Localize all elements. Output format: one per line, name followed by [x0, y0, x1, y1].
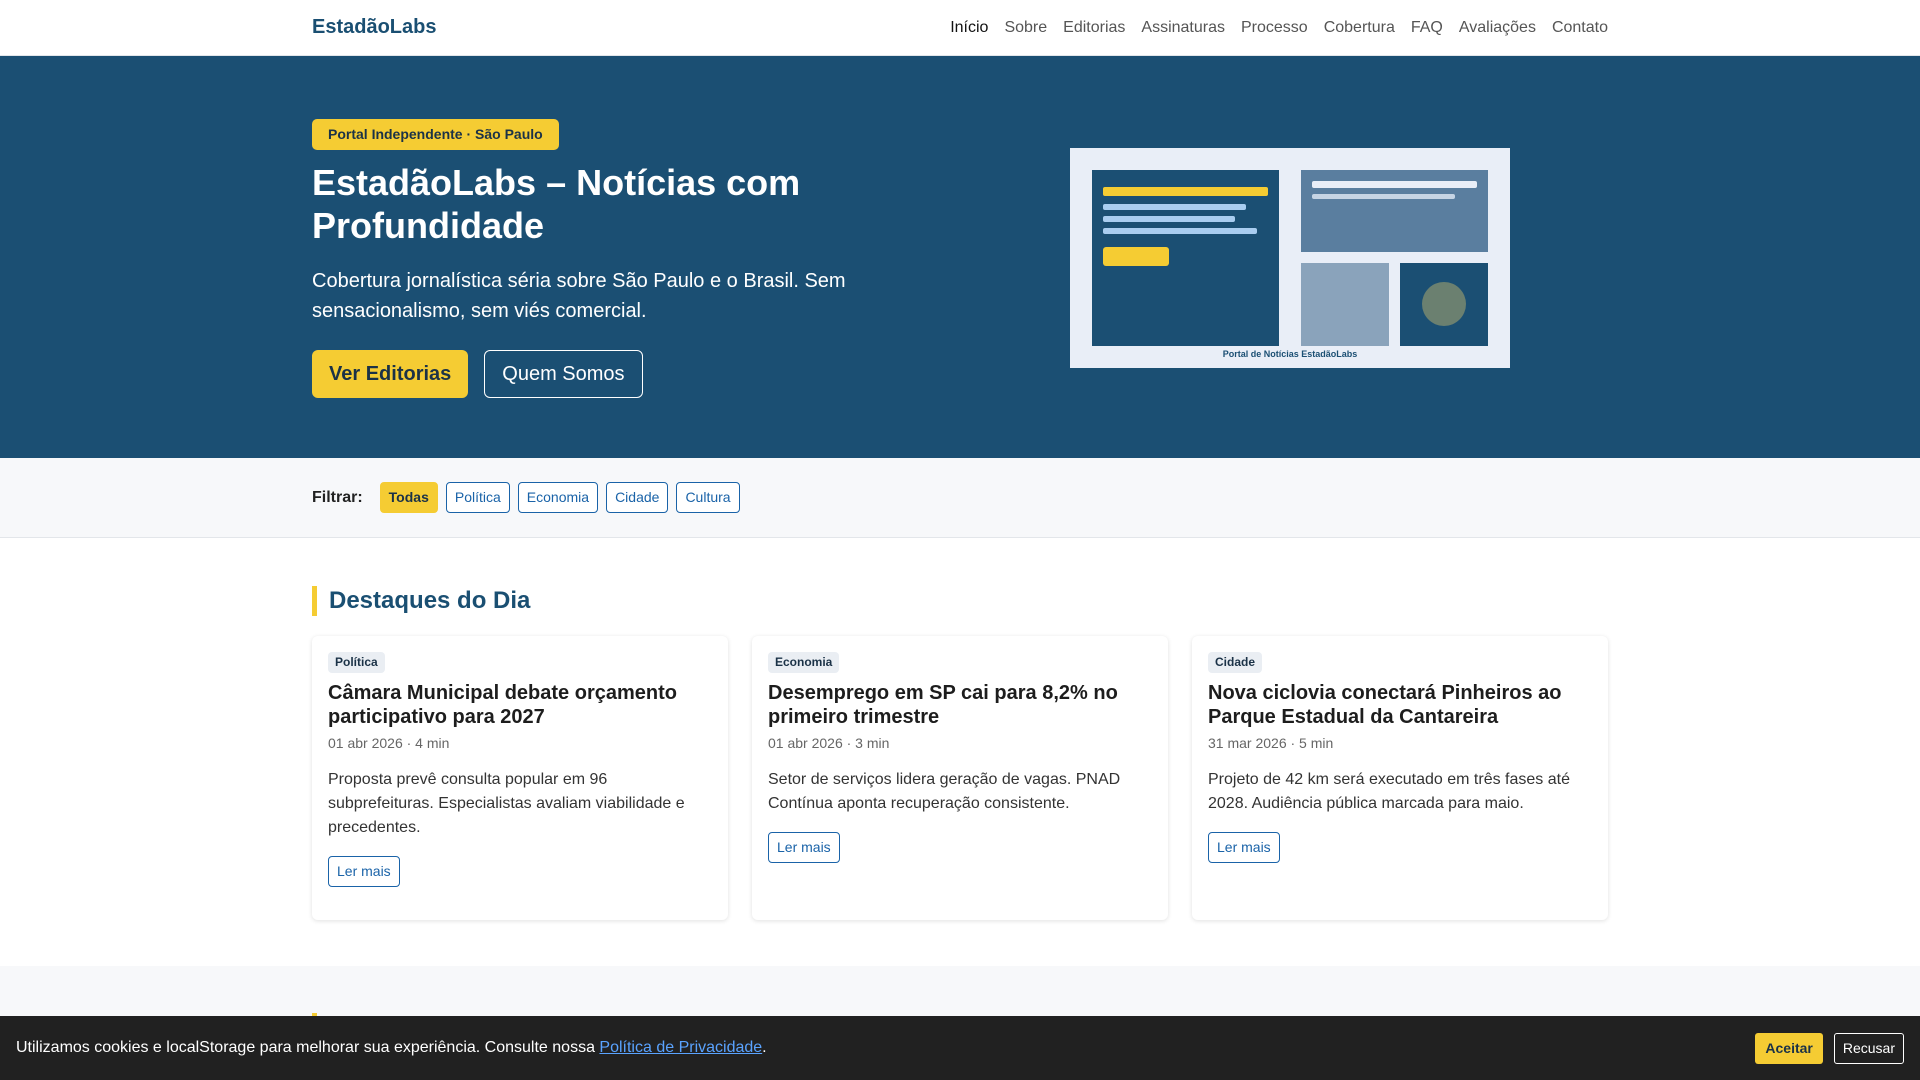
- card-text: Projeto de 42 km será executado em três …: [1208, 771, 1570, 812]
- news-card: Cidade Nova ciclovia conectará Pinheiros…: [1192, 636, 1608, 920]
- card-list: Política Câmara Municipal debate orçamen…: [312, 636, 1608, 920]
- nav-link-contato[interactable]: Contato: [1544, 19, 1608, 37]
- nav-link-processo[interactable]: Processo: [1233, 19, 1316, 37]
- filter-chip-politica[interactable]: Política: [445, 482, 510, 513]
- read-more-button[interactable]: Ler mais: [1208, 832, 1280, 863]
- cookie-message: Utilizamos cookies e localStorage para m…: [16, 1039, 600, 1056]
- filter-chip-economia[interactable]: Economia: [517, 482, 599, 513]
- filter-chip-cidade[interactable]: Cidade: [606, 482, 669, 513]
- hero-subtitle: Cobertura jornalística séria sobre São P…: [312, 270, 846, 322]
- news-card: Política Câmara Municipal debate orçamen…: [312, 636, 728, 920]
- hero-title: EstadãoLabs – Notícias com Profundidade: [312, 162, 801, 246]
- card-meta: 01 abr 2026 · 3 min: [768, 735, 890, 751]
- brand-logo[interactable]: EstadãoLabs: [312, 16, 436, 39]
- card-meta: 01 abr 2026 · 4 min: [328, 735, 450, 751]
- card-title[interactable]: Desemprego em SP cai para 8,2% no primei…: [768, 681, 1152, 729]
- navbar: EstadãoLabs Início Sobre Editorias Assin…: [0, 0, 1920, 56]
- read-more-button[interactable]: Ler mais: [328, 856, 400, 887]
- nav-links: Início Sobre Editorias Assinaturas Proce…: [942, 19, 1608, 37]
- cookie-actions: Aceitar Recusar: [1755, 1032, 1904, 1064]
- read-more-button[interactable]: Ler mais: [768, 832, 840, 863]
- privacy-policy-link[interactable]: Política de Privacidade: [599, 1039, 762, 1056]
- nav-link-editorias[interactable]: Editorias: [1055, 19, 1133, 37]
- cookie-accept-button[interactable]: Aceitar: [1755, 1032, 1823, 1064]
- nav-link-avaliacoes[interactable]: Avaliações: [1451, 19, 1544, 37]
- news-portal-illustration-icon: [1092, 170, 1488, 346]
- highlights-section: Destaques do Dia Política Câmara Municip…: [0, 538, 1920, 966]
- nav-link-cobertura[interactable]: Cobertura: [1316, 19, 1403, 37]
- card-title[interactable]: Câmara Municipal debate orçamento partic…: [328, 681, 712, 729]
- ver-editorias-button[interactable]: Ver Editorias: [312, 350, 469, 398]
- filter-bar: Filtrar: Todas Política Economia Cidade …: [0, 458, 1920, 538]
- hero-badge: Portal Independente · São Paulo: [312, 119, 559, 150]
- hero-illustration: Portal de Notícias EstadãoLabs: [1070, 148, 1510, 368]
- section-title: Destaques do Dia: [312, 586, 1608, 616]
- card-text: Setor de serviços lidera geração de vaga…: [768, 771, 1121, 812]
- card-tag: Economia: [768, 652, 840, 673]
- cookie-text: Utilizamos cookies e localStorage para m…: [16, 1039, 767, 1057]
- hero-buttons: Ver Editorias Quem Somos: [312, 350, 643, 398]
- card-tag: Política: [328, 652, 385, 673]
- card-text: Proposta prevê consulta popular em 96 su…: [328, 771, 685, 836]
- cookie-banner: Utilizamos cookies e localStorage para m…: [0, 1016, 1920, 1080]
- card-meta: 31 mar 2026 · 5 min: [1208, 735, 1334, 751]
- nav-link-assinaturas[interactable]: Assinaturas: [1133, 19, 1233, 37]
- filter-label: Filtrar:: [312, 488, 363, 506]
- quem-somos-button[interactable]: Quem Somos: [484, 350, 643, 398]
- cookie-reject-button[interactable]: Recusar: [1833, 1032, 1904, 1064]
- nav-link-sobre[interactable]: Sobre: [996, 19, 1055, 37]
- card-tag: Cidade: [1208, 652, 1263, 673]
- card-title[interactable]: Nova ciclovia conectará Pinheiros ao Par…: [1208, 681, 1592, 729]
- nav-link-faq[interactable]: FAQ: [1403, 19, 1451, 37]
- cookie-suffix: .: [762, 1039, 767, 1056]
- news-card: Economia Desemprego em SP cai para 8,2% …: [752, 636, 1168, 920]
- hero-section: Portal Independente · São Paulo EstadãoL…: [0, 56, 1920, 458]
- filter-chip-cultura[interactable]: Cultura: [676, 482, 740, 513]
- nav-link-inicio[interactable]: Início: [942, 19, 996, 37]
- illustration-caption: Portal de Notícias EstadãoLabs: [1222, 349, 1358, 359]
- filter-chip-todas[interactable]: Todas: [379, 482, 438, 513]
